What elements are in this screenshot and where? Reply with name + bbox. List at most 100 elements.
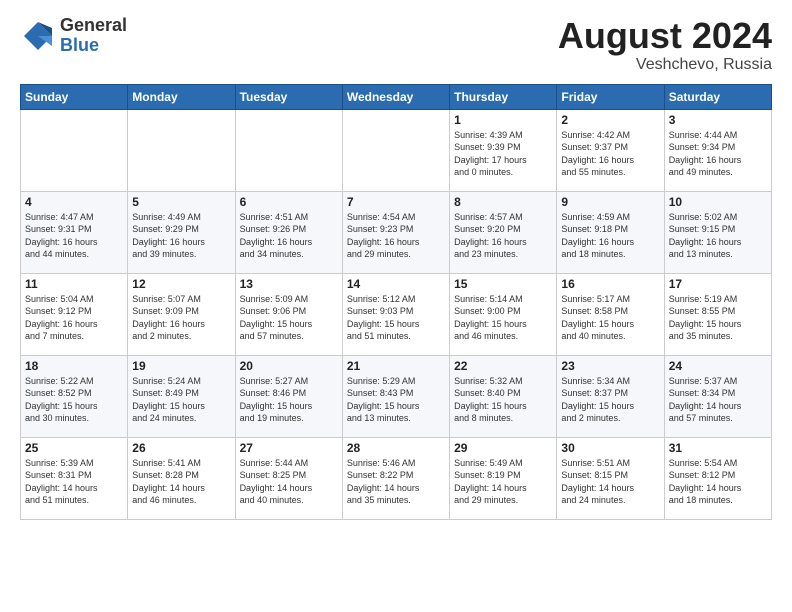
calendar-cell — [21, 109, 128, 191]
day-number: 6 — [240, 195, 338, 209]
logo-blue-label: Blue — [60, 36, 127, 56]
calendar-week-row: 1 Sunrise: 4:39 AM Sunset: 9:39 PM Daylig… — [21, 109, 772, 191]
day-info: Sunrise: 4:42 AM Sunset: 9:37 PM Dayligh… — [561, 129, 659, 179]
day-info: Sunrise: 5:46 AM Sunset: 8:22 PM Dayligh… — [347, 457, 445, 507]
day-info: Sunrise: 4:39 AM Sunset: 9:39 PM Dayligh… — [454, 129, 552, 179]
day-number: 10 — [669, 195, 767, 209]
day-number: 2 — [561, 113, 659, 127]
calendar-day-header: Tuesday — [235, 84, 342, 109]
day-number: 3 — [669, 113, 767, 127]
day-info: Sunrise: 5:39 AM Sunset: 8:31 PM Dayligh… — [25, 457, 123, 507]
calendar-cell: 25 Sunrise: 5:39 AM Sunset: 8:31 PM Dayli… — [21, 437, 128, 519]
logo-general-label: General — [60, 16, 127, 36]
day-number: 23 — [561, 359, 659, 373]
calendar-cell: 29Sunrise: 5:49 AM Sunset: 8:19 PM Dayli… — [450, 437, 557, 519]
logo: General Blue — [20, 16, 127, 56]
page: General Blue August 2024 Veshchevo, Russ… — [0, 0, 792, 612]
day-number: 16 — [561, 277, 659, 291]
day-number: 12 — [132, 277, 230, 291]
day-info: Sunrise: 4:57 AM Sunset: 9:20 PM Dayligh… — [454, 211, 552, 261]
day-number: 13 — [240, 277, 338, 291]
day-info: Sunrise: 5:02 AM Sunset: 9:15 PM Dayligh… — [669, 211, 767, 261]
calendar-cell: 5 Sunrise: 4:49 AM Sunset: 9:29 PM Daylig… — [128, 191, 235, 273]
calendar-cell: 1 Sunrise: 4:39 AM Sunset: 9:39 PM Daylig… — [450, 109, 557, 191]
day-info: Sunrise: 5:22 AM Sunset: 8:52 PM Dayligh… — [25, 375, 123, 425]
day-info: Sunrise: 5:29 AM Sunset: 8:43 PM Dayligh… — [347, 375, 445, 425]
calendar-cell: 28 Sunrise: 5:46 AM Sunset: 8:22 PM Dayli… — [342, 437, 449, 519]
calendar-week-row: 18 Sunrise: 5:22 AM Sunset: 8:52 PM Dayli… — [21, 355, 772, 437]
logo-text: General Blue — [60, 16, 127, 56]
header: General Blue August 2024 Veshchevo, Russ… — [20, 16, 772, 74]
day-number: 5 — [132, 195, 230, 209]
calendar-day-header: Wednesday — [342, 84, 449, 109]
day-number: 18 — [25, 359, 123, 373]
day-info: Sunrise: 5:37 AM Sunset: 8:34 PM Dayligh… — [669, 375, 767, 425]
calendar-cell — [235, 109, 342, 191]
calendar-cell: 8 Sunrise: 4:57 AM Sunset: 9:20 PM Daylig… — [450, 191, 557, 273]
title-block: August 2024 Veshchevo, Russia — [558, 16, 772, 74]
day-number: 9 — [561, 195, 659, 209]
day-number: 14 — [347, 277, 445, 291]
calendar-table: SundayMondayTuesdayWednesdayThursdayFrid… — [20, 84, 772, 520]
calendar-cell: 26 Sunrise: 5:41 AM Sunset: 8:28 PM Dayli… — [128, 437, 235, 519]
day-number: 28 — [347, 441, 445, 455]
calendar-cell: 23 Sunrise: 5:34 AM Sunset: 8:37 PM Dayli… — [557, 355, 664, 437]
calendar-cell: 30 Sunrise: 5:51 AM Sunset: 8:15 PM Dayli… — [557, 437, 664, 519]
day-number: 21 — [347, 359, 445, 373]
day-info: Sunrise: 4:49 AM Sunset: 9:29 PM Dayligh… — [132, 211, 230, 261]
calendar-cell: 16 Sunrise: 5:17 AM Sunset: 8:58 PM Dayli… — [557, 273, 664, 355]
calendar-cell: 24 Sunrise: 5:37 AM Sunset: 8:34 PM Dayli… — [664, 355, 771, 437]
calendar-cell: 13 Sunrise: 5:09 AM Sunset: 9:06 PM Dayli… — [235, 273, 342, 355]
day-number: 22 — [454, 359, 552, 373]
day-info: Sunrise: 5:51 AM Sunset: 8:15 PM Dayligh… — [561, 457, 659, 507]
day-info: Sunrise: 5:19 AM Sunset: 8:55 PM Dayligh… — [669, 293, 767, 343]
calendar-cell: 4Sunrise: 4:47 AM Sunset: 9:31 PM Daylig… — [21, 191, 128, 273]
day-number: 20 — [240, 359, 338, 373]
day-number: 19 — [132, 359, 230, 373]
calendar-cell: 20 Sunrise: 5:27 AM Sunset: 8:46 PM Dayli… — [235, 355, 342, 437]
calendar-header-row: SundayMondayTuesdayWednesdayThursdayFrid… — [21, 84, 772, 109]
calendar-day-header: Sunday — [21, 84, 128, 109]
day-number: 8 — [454, 195, 552, 209]
calendar-cell: 15 Sunrise: 5:14 AM Sunset: 9:00 PM Dayli… — [450, 273, 557, 355]
day-info: Sunrise: 5:04 AM Sunset: 9:12 PM Dayligh… — [25, 293, 123, 343]
day-info: Sunrise: 5:41 AM Sunset: 8:28 PM Dayligh… — [132, 457, 230, 507]
day-info: Sunrise: 4:59 AM Sunset: 9:18 PM Dayligh… — [561, 211, 659, 261]
day-number: 26 — [132, 441, 230, 455]
day-info: Sunrise: 5:09 AM Sunset: 9:06 PM Dayligh… — [240, 293, 338, 343]
day-number: 7 — [347, 195, 445, 209]
month-year: August 2024 — [558, 16, 772, 56]
calendar-cell: 14Sunrise: 5:12 AM Sunset: 9:03 PM Dayli… — [342, 273, 449, 355]
calendar-week-row: 11 Sunrise: 5:04 AM Sunset: 9:12 PM Dayli… — [21, 273, 772, 355]
location: Veshchevo, Russia — [558, 56, 772, 74]
day-number: 11 — [25, 277, 123, 291]
logo-icon — [20, 18, 56, 54]
day-info: Sunrise: 4:51 AM Sunset: 9:26 PM Dayligh… — [240, 211, 338, 261]
calendar-cell: 9 Sunrise: 4:59 AM Sunset: 9:18 PM Daylig… — [557, 191, 664, 273]
calendar-cell: 19Sunrise: 5:24 AM Sunset: 8:49 PM Dayli… — [128, 355, 235, 437]
calendar-cell: 10 Sunrise: 5:02 AM Sunset: 9:15 PM Dayli… — [664, 191, 771, 273]
calendar-cell: 17 Sunrise: 5:19 AM Sunset: 8:55 PM Dayli… — [664, 273, 771, 355]
calendar-cell — [128, 109, 235, 191]
day-number: 17 — [669, 277, 767, 291]
day-info: Sunrise: 4:47 AM Sunset: 9:31 PM Dayligh… — [25, 211, 123, 261]
calendar-cell: 27Sunrise: 5:44 AM Sunset: 8:25 PM Dayli… — [235, 437, 342, 519]
day-info: Sunrise: 5:54 AM Sunset: 8:12 PM Dayligh… — [669, 457, 767, 507]
calendar-cell: 2 Sunrise: 4:42 AM Sunset: 9:37 PM Daylig… — [557, 109, 664, 191]
day-info: Sunrise: 4:54 AM Sunset: 9:23 PM Dayligh… — [347, 211, 445, 261]
calendar-day-header: Thursday — [450, 84, 557, 109]
day-number: 25 — [25, 441, 123, 455]
day-info: Sunrise: 5:14 AM Sunset: 9:00 PM Dayligh… — [454, 293, 552, 343]
day-info: Sunrise: 5:32 AM Sunset: 8:40 PM Dayligh… — [454, 375, 552, 425]
day-number: 1 — [454, 113, 552, 127]
day-info: Sunrise: 5:27 AM Sunset: 8:46 PM Dayligh… — [240, 375, 338, 425]
calendar-cell: 3Sunrise: 4:44 AM Sunset: 9:34 PM Daylig… — [664, 109, 771, 191]
day-info: Sunrise: 5:34 AM Sunset: 8:37 PM Dayligh… — [561, 375, 659, 425]
day-info: Sunrise: 5:17 AM Sunset: 8:58 PM Dayligh… — [561, 293, 659, 343]
calendar-cell: 31Sunrise: 5:54 AM Sunset: 8:12 PM Dayli… — [664, 437, 771, 519]
day-number: 15 — [454, 277, 552, 291]
day-number: 30 — [561, 441, 659, 455]
day-number: 24 — [669, 359, 767, 373]
calendar-cell: 6 Sunrise: 4:51 AM Sunset: 9:26 PM Daylig… — [235, 191, 342, 273]
day-info: Sunrise: 5:07 AM Sunset: 9:09 PM Dayligh… — [132, 293, 230, 343]
